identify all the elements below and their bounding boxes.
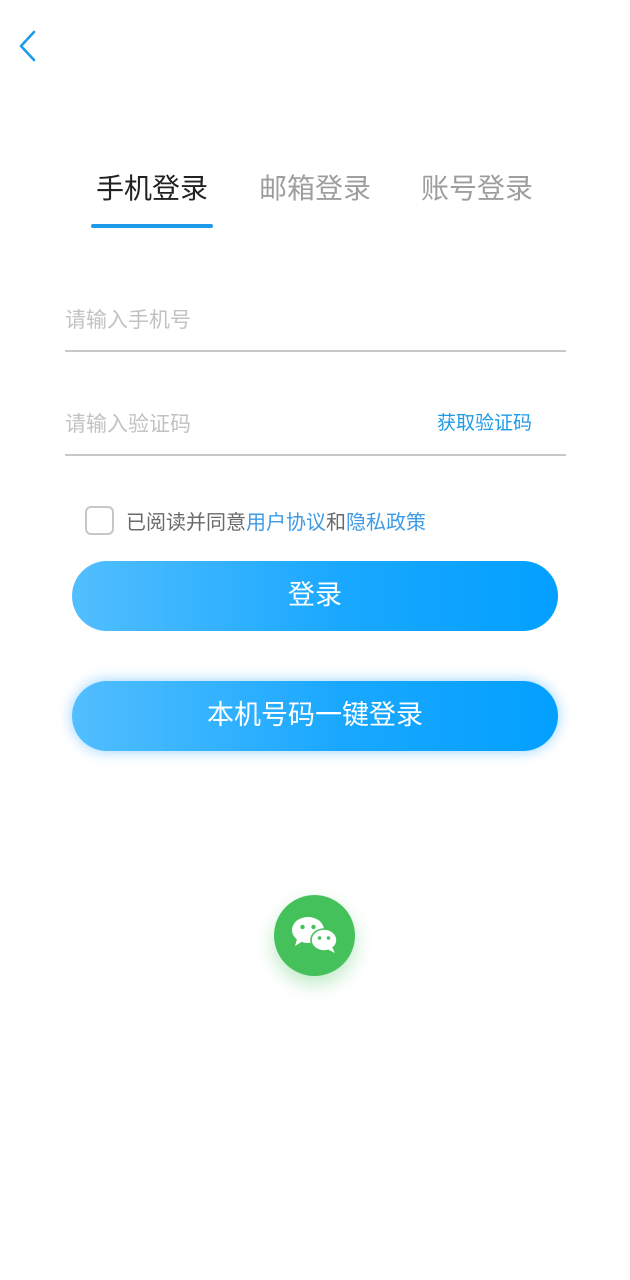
wechat-login-button[interactable] <box>274 895 355 976</box>
privacy-policy-link[interactable]: 隐私政策 <box>346 506 426 535</box>
chevron-left-icon <box>19 30 36 62</box>
active-tab-indicator <box>91 224 213 228</box>
phone-field <box>65 290 566 352</box>
agreement-row: 已阅读并同意 用户协议和隐私政策 <box>85 503 426 537</box>
agreement-conjunction: 和 <box>326 509 346 534</box>
agreement-checkbox[interactable] <box>85 505 114 535</box>
tab-phone-login[interactable]: 手机登录 <box>96 168 208 210</box>
phone-input[interactable] <box>65 290 425 350</box>
tab-email-login[interactable]: 邮箱登录 <box>259 168 371 210</box>
back-button[interactable] <box>14 28 46 64</box>
tab-account-login[interactable]: 账号登录 <box>421 168 533 210</box>
verification-code-input[interactable] <box>65 394 425 454</box>
user-agreement-link[interactable]: 用户协议 <box>246 506 326 535</box>
login-tabs: 手机登录 邮箱登录 账号登录 <box>0 168 630 232</box>
wechat-icon <box>292 917 338 953</box>
code-field: 获取验证码 <box>65 394 566 456</box>
login-button[interactable]: 登录 <box>72 561 558 631</box>
one-key-login-button[interactable]: 本机号码一键登录 <box>72 681 558 751</box>
get-code-button[interactable]: 获取验证码 <box>437 394 532 452</box>
agreement-prefix: 已阅读并同意 <box>126 509 246 534</box>
